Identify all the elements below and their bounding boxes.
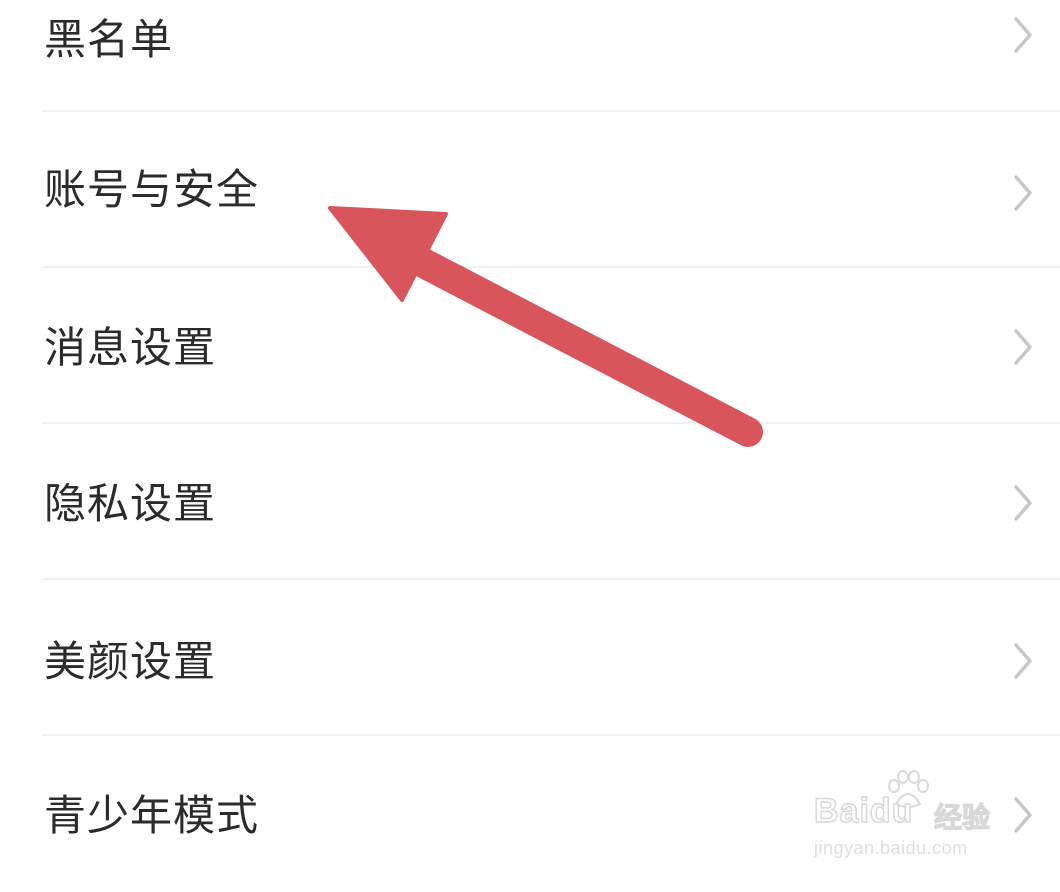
chevron-right-icon — [1014, 175, 1032, 211]
chevron-right-icon — [1014, 797, 1032, 833]
settings-item-teen-mode[interactable]: 青少年模式 — [0, 736, 1060, 892]
settings-item-beauty[interactable]: 美颜设置 — [0, 580, 1060, 736]
chevron-right-icon — [1014, 485, 1032, 521]
chevron-right-icon — [1014, 643, 1032, 679]
settings-item-label: 美颜设置 — [44, 637, 217, 686]
settings-item-message[interactable]: 消息设置 — [0, 268, 1060, 424]
settings-item-privacy[interactable]: 隐私设置 — [0, 424, 1060, 580]
settings-item-label: 消息设置 — [44, 323, 217, 372]
settings-item-account-security[interactable]: 账号与安全 — [0, 112, 1060, 268]
chevron-right-icon — [1014, 329, 1032, 365]
settings-item-blacklist[interactable]: 黑名单 — [0, 0, 1060, 116]
settings-item-label: 青少年模式 — [44, 791, 260, 840]
chevron-right-icon — [1014, 17, 1032, 53]
settings-item-label: 黑名单 — [44, 15, 174, 64]
settings-item-label: 账号与安全 — [44, 165, 260, 214]
settings-item-label: 隐私设置 — [44, 479, 217, 528]
